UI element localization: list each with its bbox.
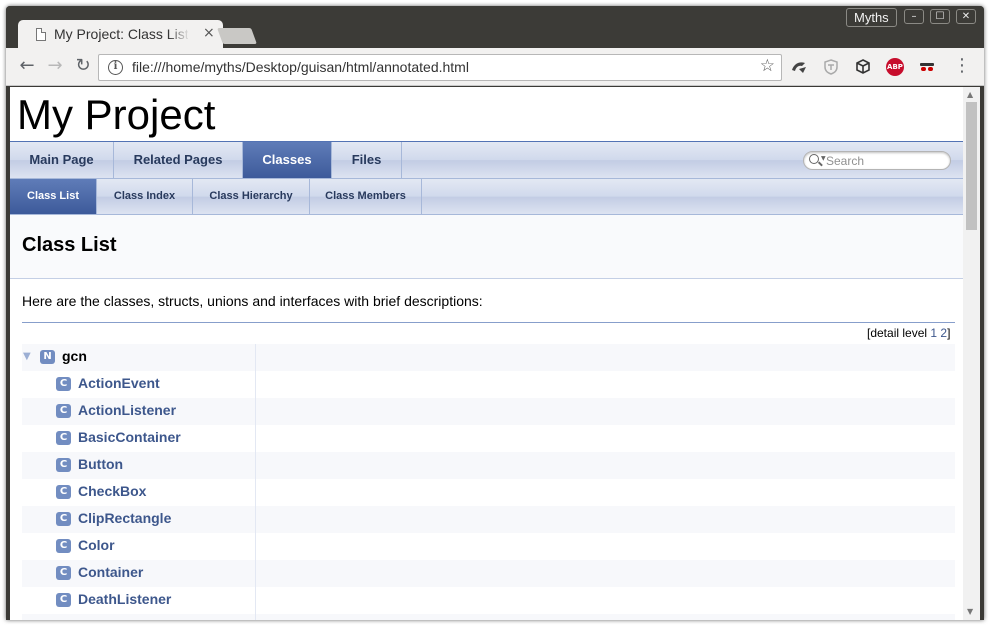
detail-level: [detail level 1 2]: [867, 326, 950, 340]
class-link[interactable]: ActionListener: [78, 402, 176, 418]
column-divider: [255, 533, 256, 560]
column-divider: [255, 452, 256, 479]
class-badge: C: [56, 539, 71, 553]
browser-menu-icon[interactable]: ⋮: [953, 57, 971, 75]
bookmark-star-icon[interactable]: ☆: [760, 56, 775, 76]
tab-files[interactable]: Files: [332, 142, 402, 178]
scroll-down-icon[interactable]: ▼: [967, 607, 973, 616]
class-link[interactable]: BasicContainer: [78, 429, 181, 445]
tab-close-icon[interactable]: ×: [203, 25, 215, 41]
adblock-plus-icon[interactable]: ABP: [886, 58, 904, 76]
detail-level-label: [detail level: [867, 326, 931, 340]
minimize-button[interactable]: –: [904, 9, 924, 24]
intro-divider: [22, 322, 955, 323]
shield-extension-icon[interactable]: [822, 58, 840, 76]
expand-arrow-icon[interactable]: ▼: [23, 351, 31, 362]
namespace-name: gcn: [62, 348, 87, 364]
tab-related-pages[interactable]: Related Pages: [114, 142, 243, 178]
project-title: My Project: [17, 91, 216, 138]
page-viewport: My Project Main Page Related Pages Class…: [10, 87, 963, 620]
class-badge: C: [56, 566, 71, 580]
column-divider: [255, 398, 256, 425]
column-divider: [255, 587, 256, 614]
browser-toolbar: ← → ↻ i file:///home/myths/Desktop/guisa…: [6, 48, 984, 86]
table-row: [22, 614, 955, 620]
page-header: Class List: [10, 215, 963, 279]
class-link[interactable]: ClipRectangle: [78, 510, 171, 526]
table-row: C ClipRectangle: [22, 506, 955, 533]
tab-title-fade: [168, 24, 190, 44]
detail-level-1-link[interactable]: 1: [930, 326, 937, 340]
maximize-button[interactable]: ☐: [930, 9, 950, 24]
class-badge: C: [56, 593, 71, 607]
forward-button[interactable]: →: [44, 55, 66, 77]
table-row: C ActionEvent: [22, 371, 955, 398]
namespace-badge: N: [40, 350, 55, 364]
class-list-table: ▼ N gcn C ActionEvent C ActionListener C…: [22, 344, 955, 620]
tab-class-members[interactable]: Class Members: [310, 179, 422, 214]
profile-button[interactable]: Myths: [846, 8, 897, 27]
class-link[interactable]: Button: [78, 456, 123, 472]
class-badge: C: [56, 404, 71, 418]
namespace-row: ▼ N gcn: [22, 344, 955, 371]
vertical-scrollbar[interactable]: ▲ ▼: [963, 87, 980, 620]
table-row: C Container: [22, 560, 955, 587]
column-divider: [255, 425, 256, 452]
address-bar[interactable]: i file:///home/myths/Desktop/guisan/html…: [98, 54, 782, 81]
column-divider: [255, 506, 256, 533]
close-window-button[interactable]: ✕: [956, 9, 976, 24]
search-icon[interactable]: [809, 154, 819, 164]
tab-class-hierarchy[interactable]: Class Hierarchy: [193, 179, 310, 214]
title-bar: My Project: Class List × Myths – ☐ ✕: [6, 6, 984, 48]
sub-nav: Class List Class Index Class Hierarchy C…: [10, 179, 963, 215]
class-link[interactable]: CheckBox: [78, 483, 146, 499]
tab-classes[interactable]: Classes: [243, 142, 332, 178]
class-link[interactable]: Container: [78, 564, 143, 580]
class-badge: C: [56, 377, 71, 391]
class-badge: C: [56, 485, 71, 499]
tab-main-page[interactable]: Main Page: [10, 142, 114, 178]
class-link[interactable]: Color: [78, 537, 115, 553]
table-row: C CheckBox: [22, 479, 955, 506]
detail-level-close: ]: [947, 326, 951, 340]
page-icon: [36, 28, 46, 41]
browser-tab[interactable]: My Project: Class List ×: [18, 20, 223, 48]
column-divider: [255, 371, 256, 398]
tab-class-list[interactable]: Class List: [10, 179, 97, 214]
scrollbar-thumb[interactable]: [966, 102, 977, 230]
scroll-up-icon[interactable]: ▲: [967, 90, 973, 99]
class-badge: C: [56, 431, 71, 445]
tab-class-index[interactable]: Class Index: [97, 179, 193, 214]
class-link[interactable]: ActionEvent: [78, 375, 160, 391]
cube-extension-icon[interactable]: [854, 58, 872, 76]
column-divider: [255, 479, 256, 506]
table-row: C Color: [22, 533, 955, 560]
search-options-icon[interactable]: ▼: [821, 155, 826, 162]
column-divider: [255, 344, 256, 371]
table-row: C Button: [22, 452, 955, 479]
main-nav: Main Page Related Pages Classes Files ▼: [10, 142, 963, 179]
site-info-icon[interactable]: i: [108, 60, 123, 75]
table-row: C BasicContainer: [22, 425, 955, 452]
table-row: C ActionListener: [22, 398, 955, 425]
page-title: Class List: [22, 234, 117, 256]
url-text[interactable]: file:///home/myths/Desktop/guisan/html/a…: [132, 59, 469, 75]
intro-text: Here are the classes, structs, unions an…: [22, 293, 483, 309]
extension-1-icon[interactable]: [790, 58, 808, 76]
class-link[interactable]: DeathListener: [78, 591, 171, 607]
reload-button[interactable]: ↻: [72, 55, 94, 77]
class-badge: C: [56, 458, 71, 472]
back-button[interactable]: ←: [16, 55, 38, 77]
column-divider: [255, 560, 256, 587]
column-divider: [255, 614, 256, 620]
class-badge: C: [56, 512, 71, 526]
incognito-extension-icon[interactable]: [918, 58, 936, 76]
search-input[interactable]: [826, 153, 944, 168]
table-row: C DeathListener: [22, 587, 955, 614]
search-box[interactable]: ▼: [803, 151, 951, 170]
new-tab-button[interactable]: [217, 28, 257, 44]
browser-window: My Project: Class List × Myths – ☐ ✕ ← →…: [6, 6, 984, 620]
